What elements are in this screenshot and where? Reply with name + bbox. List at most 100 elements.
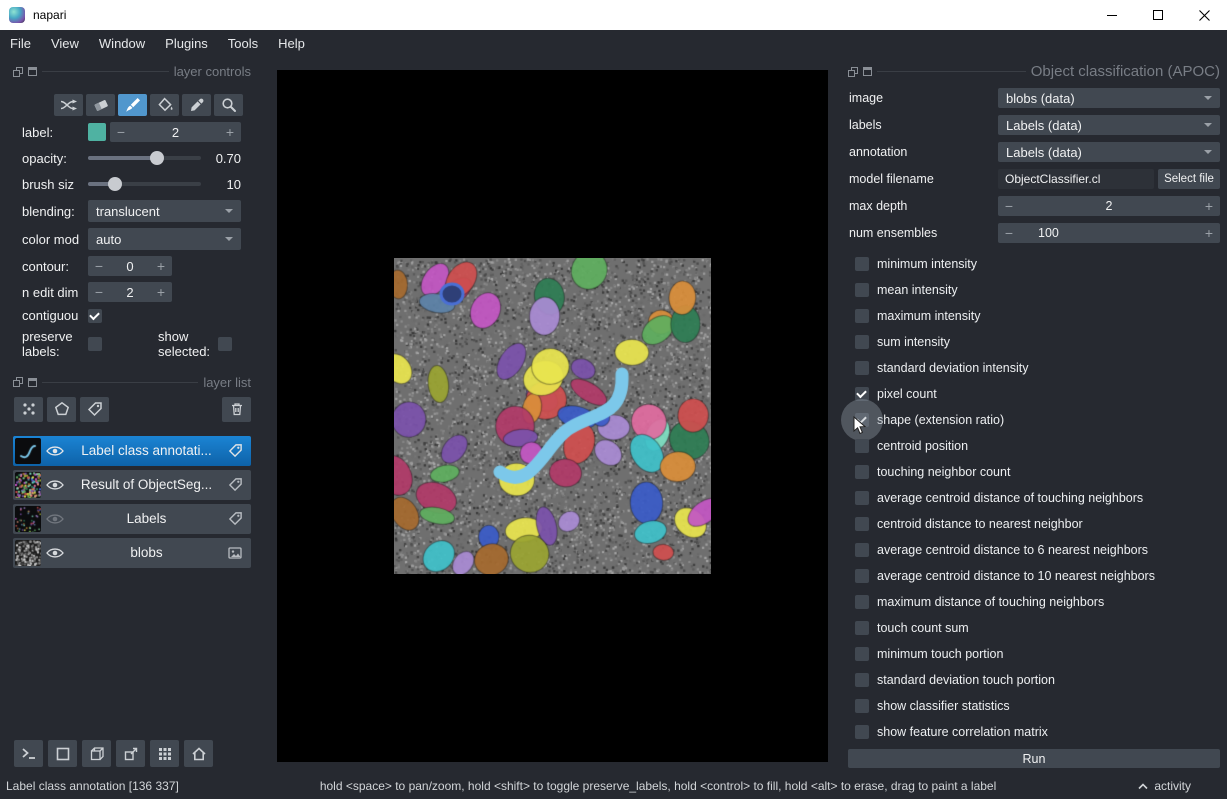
- feature-checkbox[interactable]: [855, 569, 869, 583]
- feature-checkbox[interactable]: [855, 595, 869, 609]
- opacity-slider[interactable]: [88, 148, 201, 168]
- brush-size-caption: brush siz: [22, 177, 88, 192]
- eraser-icon: [93, 97, 109, 113]
- color-mode-dropdown[interactable]: auto: [88, 228, 241, 250]
- layer-row-annotation[interactable]: Label class annotati...: [13, 436, 251, 466]
- contour-value[interactable]: 0: [110, 259, 150, 274]
- new-shapes-layer-button[interactable]: [47, 397, 76, 422]
- layer-row-blobs[interactable]: blobs: [13, 538, 251, 568]
- n-edit-dim-value[interactable]: 2: [110, 285, 150, 300]
- contour-increment-button[interactable]: +: [150, 256, 172, 276]
- grid-icon: [157, 746, 173, 762]
- select-file-button[interactable]: Select file: [1158, 169, 1220, 189]
- model-filename-input[interactable]: ObjectClassifier.cl: [998, 169, 1154, 189]
- fill-tool-button[interactable]: [150, 94, 179, 116]
- visibility-eye-icon[interactable]: [46, 445, 68, 457]
- viewer-canvas[interactable]: [277, 70, 828, 762]
- dock-hide-icon[interactable]: [863, 67, 872, 76]
- brush-size-slider[interactable]: [88, 174, 201, 194]
- feature-checkbox[interactable]: [855, 543, 869, 557]
- max-depth-decrement-button[interactable]: −: [998, 196, 1020, 216]
- feature-checkbox[interactable]: [855, 335, 869, 349]
- maximize-button[interactable]: [1135, 0, 1181, 30]
- max-depth-increment-button[interactable]: +: [1198, 196, 1220, 216]
- menu-item-file[interactable]: File: [0, 30, 41, 57]
- dock-float-icon[interactable]: [13, 377, 23, 387]
- num-ensembles-decrement-button[interactable]: −: [998, 223, 1020, 243]
- ndisplay-toggle-button[interactable]: [48, 740, 77, 767]
- close-icon: [1199, 10, 1210, 21]
- menu-item-help[interactable]: Help: [268, 30, 315, 57]
- label-color-swatch[interactable]: [88, 123, 106, 141]
- feature-checkbox[interactable]: [855, 283, 869, 297]
- preserve-labels-checkbox[interactable]: [88, 337, 102, 351]
- max-depth-value[interactable]: 2: [1020, 199, 1198, 213]
- dock-hide-icon[interactable]: [28, 378, 37, 387]
- dock-float-icon[interactable]: [13, 67, 23, 77]
- feature-row: standard deviation intensity: [848, 355, 1220, 381]
- visibility-eye-icon[interactable]: [46, 513, 68, 525]
- status-bar: Label class annotation [136 337] hold <s…: [0, 773, 1227, 799]
- layer-thumbnail: [15, 438, 41, 464]
- activity-toggle[interactable]: activity: [1137, 779, 1191, 793]
- feature-label: maximum intensity: [877, 309, 981, 323]
- feature-checkbox[interactable]: [855, 725, 869, 739]
- label-increment-button[interactable]: +: [219, 122, 241, 142]
- new-labels-layer-button[interactable]: [80, 397, 109, 422]
- feature-checkbox[interactable]: [855, 647, 869, 661]
- feature-checkbox[interactable]: [855, 673, 869, 687]
- feature-checkbox[interactable]: [855, 465, 869, 479]
- run-button[interactable]: Run: [848, 749, 1220, 768]
- console-button[interactable]: [14, 740, 43, 767]
- home-button[interactable]: [184, 740, 213, 767]
- label-value[interactable]: 2: [132, 125, 219, 140]
- label-decrement-button[interactable]: −: [110, 122, 132, 142]
- visibility-eye-icon[interactable]: [46, 479, 68, 491]
- grid-view-button[interactable]: [150, 740, 179, 767]
- num-ensembles-value[interactable]: 100: [1020, 226, 1198, 240]
- feature-checkbox[interactable]: [855, 439, 869, 453]
- menu-item-tools[interactable]: Tools: [218, 30, 268, 57]
- feature-checkbox[interactable]: [855, 387, 869, 401]
- minimize-button[interactable]: [1089, 0, 1135, 30]
- feature-checkbox[interactable]: [855, 361, 869, 375]
- feature-checkbox[interactable]: [855, 257, 869, 271]
- zoom-tool-button[interactable]: [214, 94, 243, 116]
- n-edit-dim-increment-button[interactable]: +: [150, 282, 172, 302]
- slider-handle[interactable]: [108, 177, 122, 191]
- n-edit-dim-decrement-button[interactable]: −: [88, 282, 110, 302]
- trash-icon: [229, 401, 245, 417]
- transpose-dimensions-button[interactable]: [116, 740, 145, 767]
- blending-dropdown[interactable]: translucent: [88, 200, 241, 222]
- visibility-eye-icon[interactable]: [46, 547, 68, 559]
- menu-item-plugins[interactable]: Plugins: [155, 30, 218, 57]
- erase-tool-button[interactable]: [86, 94, 115, 116]
- close-button[interactable]: [1181, 0, 1227, 30]
- slider-handle[interactable]: [150, 151, 164, 165]
- menu-item-window[interactable]: Window: [89, 30, 155, 57]
- delete-layer-button[interactable]: [222, 397, 251, 422]
- num-ensembles-increment-button[interactable]: +: [1198, 223, 1220, 243]
- contiguous-checkbox[interactable]: [88, 309, 102, 323]
- feature-checkbox[interactable]: [855, 309, 869, 323]
- annotation-dropdown[interactable]: Labels (data): [998, 142, 1220, 162]
- layer-row-result[interactable]: Result of ObjectSeg...: [13, 470, 251, 500]
- paint-tool-button[interactable]: [118, 94, 147, 116]
- feature-checkbox[interactable]: [855, 699, 869, 713]
- feature-checkbox[interactable]: [855, 517, 869, 531]
- image-dropdown[interactable]: blobs (data): [998, 88, 1220, 108]
- blobs-image[interactable]: [394, 258, 711, 574]
- new-points-layer-button[interactable]: [14, 397, 43, 422]
- dock-float-icon[interactable]: [848, 67, 858, 77]
- layer-row-labels[interactable]: Labels: [13, 504, 251, 534]
- feature-checkbox[interactable]: [855, 491, 869, 505]
- feature-checkbox[interactable]: [855, 621, 869, 635]
- roll-dimensions-button[interactable]: [82, 740, 111, 767]
- contour-decrement-button[interactable]: −: [88, 256, 110, 276]
- picker-tool-button[interactable]: [182, 94, 211, 116]
- shuffle-colors-button[interactable]: [54, 94, 83, 116]
- dock-hide-icon[interactable]: [28, 67, 37, 76]
- labels-dropdown[interactable]: Labels (data): [998, 115, 1220, 135]
- show-selected-checkbox[interactable]: [218, 337, 232, 351]
- menu-item-view[interactable]: View: [41, 30, 89, 57]
